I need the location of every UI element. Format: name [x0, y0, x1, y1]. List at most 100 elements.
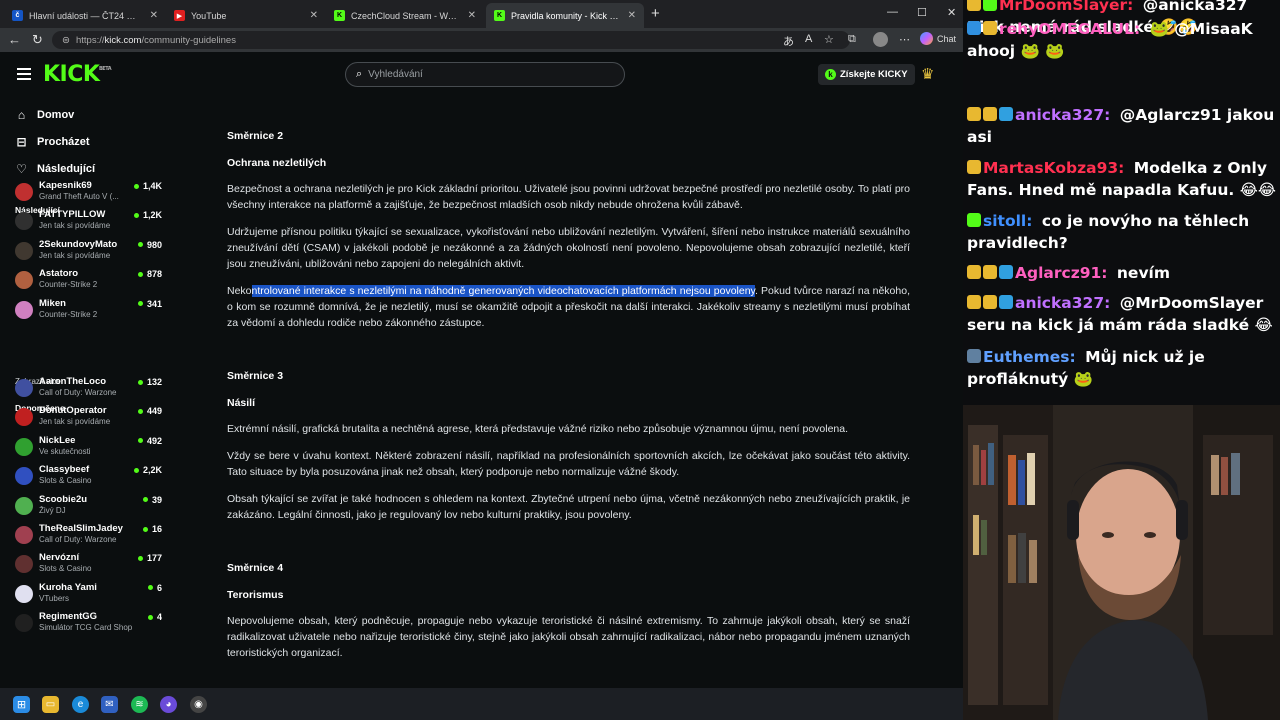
extensions-icon[interactable]: ⧉	[848, 33, 856, 46]
paragraph-text: Neko	[227, 285, 252, 297]
sidebar-channel[interactable]: RegimentGG Simulátor TCG Card Shop 4	[15, 611, 167, 635]
guideline-3-paragraph-1: Extrémní násilí, grafická brutalita a ne…	[227, 423, 849, 435]
kicky-label: Získejte KICKY	[840, 69, 908, 80]
kick-logo[interactable]: KICK BETA	[43, 62, 112, 87]
tab-label: Hlavní události — ČT24 — Česká t	[29, 10, 144, 21]
ct24-favicon-icon: č	[12, 10, 23, 21]
url-field[interactable]: ⊜ https://kick.com/community-guidelines	[52, 31, 850, 49]
chat-badge-icon	[967, 21, 981, 35]
sidebar-channel[interactable]: Miken Counter-Strike 2 341	[15, 298, 167, 322]
obs-icon[interactable]: ◉	[190, 696, 207, 713]
avatar	[15, 241, 33, 260]
viewer-count: 6	[148, 583, 162, 593]
chat-username[interactable]: anicka327:	[1015, 294, 1110, 312]
reload-icon[interactable]: ↻	[32, 32, 43, 48]
search-box[interactable]: ⌕	[345, 62, 625, 87]
chat-username[interactable]: sitoll:	[983, 212, 1032, 230]
translate-icon[interactable]: あ	[783, 33, 794, 49]
chat-username[interactable]: MrDoomSlayer:	[999, 0, 1133, 14]
nav-browse[interactable]: ⊟ Procházet	[15, 135, 89, 149]
file-explorer-icon[interactable]: ▭	[42, 696, 59, 713]
viewer-count: 449	[138, 406, 162, 416]
close-icon[interactable]: ✕	[628, 10, 636, 21]
url-prefix: https://	[75, 34, 105, 46]
browse-icon: ⊟	[16, 135, 27, 149]
sidebar-channel[interactable]: AaronTheLoco Call of Duty: Warzone 132	[15, 376, 167, 400]
viewer-count: 177	[138, 553, 162, 563]
tab-community-guidelines[interactable]: K Pravidla komunity - Kick Streaming ✕	[486, 3, 644, 28]
chat-username[interactable]: anicka327:	[1015, 106, 1110, 124]
menu-icon[interactable]	[17, 68, 31, 80]
close-window-icon[interactable]: ✕	[947, 6, 956, 19]
edge-browser-icon[interactable]: e	[72, 696, 89, 713]
messenger-icon[interactable]: ✉	[101, 696, 118, 713]
url-host: kick.com	[104, 34, 142, 46]
chat-message: rehyOMEGALUL: 🐸 @MisaaK ahooj 🐸 🐸	[967, 18, 1277, 62]
chat-message: anicka327: @Aglarcz91 jakou asi	[967, 104, 1277, 148]
windows-start-icon[interactable]: ⊞	[13, 696, 30, 713]
viewer-count: 132	[138, 377, 162, 387]
sidebar-channel[interactable]: DonutOperator Jen tak si povídáme 449	[15, 405, 167, 429]
profile-avatar[interactable]	[873, 32, 888, 47]
guideline-2-paragraph-3: Nekontrolované interakce s nezletilými n…	[227, 283, 910, 331]
sidebar-channel[interactable]: Astatoro Counter-Strike 2 878	[15, 268, 167, 292]
nav-following[interactable]: ♡ Následující	[15, 162, 95, 176]
site-info-icon[interactable]: ⊜	[62, 35, 70, 46]
guideline-2-paragraph-2: Udržujeme přísnou politiku týkající se s…	[227, 226, 910, 270]
minimize-icon[interactable]: —	[887, 6, 898, 18]
discord-icon[interactable]: ◕	[160, 696, 177, 713]
chat-badge-icon	[999, 265, 1013, 279]
chat-username[interactable]: Euthemes:	[983, 348, 1076, 366]
sidebar-channel[interactable]: Kapesnik69 Grand Theft Auto V (... 1,4K	[15, 180, 167, 204]
browser-window: č Hlavní události — ČT24 — Česká t ✕ ▶ Y…	[0, 0, 963, 688]
get-kicky-button[interactable]: k Získejte KICKY	[818, 64, 915, 85]
tab-label: YouTube	[191, 10, 227, 21]
chat-username[interactable]: MartasKobza93:	[983, 159, 1124, 177]
tab-ct24[interactable]: č Hlavní události — ČT24 — Česká t ✕	[4, 3, 166, 28]
chat-username[interactable]: rehyOMEGALUL:	[999, 20, 1140, 38]
avatar	[15, 526, 33, 544]
tab-label: CzechCloud Stream - Watch Live o	[351, 10, 462, 21]
url-path: /community-guidelines	[141, 34, 236, 46]
screen: č Hlavní události — ČT24 — Česká t ✕ ▶ Y…	[0, 0, 1280, 720]
kick-favicon-icon: K	[494, 10, 505, 21]
chat-badge-icon	[999, 107, 1013, 121]
new-tab-icon[interactable]: +	[651, 5, 660, 22]
sidebar-channel[interactable]: NickLee Ve skutečnosti 492	[15, 435, 167, 459]
webcam-feed	[963, 405, 1280, 720]
close-icon[interactable]: ✕	[150, 10, 158, 21]
sidebar-channel[interactable]: TheRealSlimJadey Call of Duty: Warzone 16	[15, 523, 167, 547]
tab-czechcloud[interactable]: K CzechCloud Stream - Watch Live o ✕	[326, 3, 484, 28]
favorite-icon[interactable]: ☆	[824, 33, 834, 46]
nav-home[interactable]: ⌂ Domov	[15, 108, 74, 122]
copilot-chat-button[interactable]: Chat	[920, 32, 956, 45]
guideline-3-paragraph-3: Obsah týkající se zvířat je také hodnoce…	[227, 493, 910, 521]
spotify-icon[interactable]: ≋	[131, 696, 148, 713]
chat-username[interactable]: Aglarcz91:	[1015, 264, 1108, 282]
guideline-4-subtitle: Terorismus	[227, 589, 284, 601]
chat-badge-icon	[967, 265, 981, 279]
copilot-icon	[920, 32, 933, 45]
channel-name: Kapesnik69	[39, 180, 92, 191]
sidebar-channel[interactable]: Nervózní Slots & Casino 177	[15, 552, 167, 576]
sidebar-channel[interactable]: Scoobie2u Živý DJ 39	[15, 494, 167, 518]
maximize-icon[interactable]: ☐	[917, 6, 927, 19]
tab-youtube[interactable]: ▶ YouTube ✕	[166, 3, 326, 28]
channel-name: FATTYPILLOW	[39, 209, 106, 221]
more-icon[interactable]: ⋯	[899, 33, 910, 46]
chat-message: Aglarcz91: nevím	[967, 262, 1277, 284]
sidebar-channel[interactable]: Classybeef Slots & Casino 2,2K	[15, 464, 167, 488]
search-input[interactable]	[368, 69, 609, 80]
reader-icon[interactable]: A	[805, 33, 812, 45]
kick-favicon-icon: K	[334, 10, 345, 21]
sidebar-channel[interactable]: 2SekundovyMato Jen tak si povídáme 980	[15, 239, 167, 263]
sidebar-channel[interactable]: FATTYPILLOW Jen tak si povídáme 1,2K	[15, 209, 167, 233]
chat-badge-icon	[967, 160, 981, 174]
user-badge-icon[interactable]: ♛	[921, 65, 934, 83]
sidebar-channel[interactable]: Kuroha Yami VTubers 6	[15, 582, 167, 606]
close-icon[interactable]: ✕	[310, 10, 318, 21]
back-icon[interactable]: ←	[8, 32, 21, 47]
chat-badge-icon	[983, 107, 997, 121]
close-icon[interactable]: ✕	[468, 10, 476, 21]
avatar	[15, 183, 33, 201]
